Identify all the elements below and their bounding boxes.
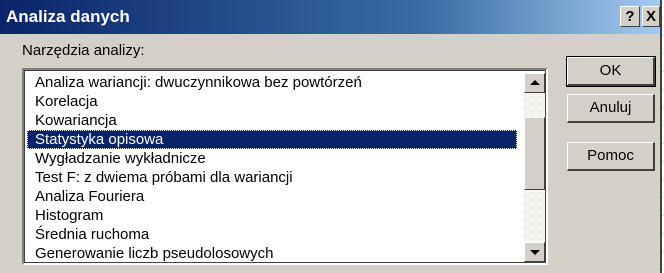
- arrow-down-icon: [530, 250, 540, 255]
- list-item[interactable]: Korelacja: [27, 92, 517, 111]
- arrow-up-icon: [530, 80, 540, 85]
- analysis-tools-label: Narzędzia analizy:: [22, 42, 145, 59]
- cancel-button[interactable]: Anuluj: [567, 94, 655, 123]
- list-items: Analiza wariancji: dwuczynnikowa bez pow…: [27, 73, 517, 263]
- list-item[interactable]: Analiza Fouriera: [27, 187, 517, 206]
- list-item-selected[interactable]: Statystyka opisowa: [27, 130, 517, 149]
- list-item[interactable]: Histogram: [27, 206, 517, 225]
- help-icon[interactable]: ?: [620, 6, 640, 27]
- title-bar[interactable]: Analiza danych ? X: [0, 0, 660, 34]
- close-icon[interactable]: X: [642, 6, 660, 27]
- scroll-up-button[interactable]: [524, 73, 545, 93]
- list-item[interactable]: Wygładzanie wykładnicze: [27, 149, 517, 168]
- help-button[interactable]: Pomoc: [567, 142, 655, 171]
- analysis-tools-list[interactable]: Analiza wariancji: dwuczynnikowa bez pow…: [22, 68, 548, 265]
- list-item[interactable]: Kowariancja: [27, 111, 517, 130]
- list-item[interactable]: Test F: z dwiema próbami dla wariancji: [27, 168, 517, 187]
- vertical-scrollbar[interactable]: [524, 73, 545, 262]
- dialog-title: Analiza danych: [6, 7, 130, 26]
- list-item[interactable]: Średnia ruchoma: [27, 225, 517, 244]
- list-item[interactable]: Analiza wariancji: dwuczynnikowa bez pow…: [27, 73, 517, 92]
- data-analysis-dialog: Analiza danych ? X Narzędzia analizy: An…: [0, 0, 662, 273]
- scroll-thumb[interactable]: [524, 117, 545, 190]
- scroll-down-button[interactable]: [524, 242, 545, 262]
- list-item[interactable]: Generowanie liczb pseudolosowych: [27, 244, 517, 263]
- ok-button[interactable]: OK: [566, 56, 656, 87]
